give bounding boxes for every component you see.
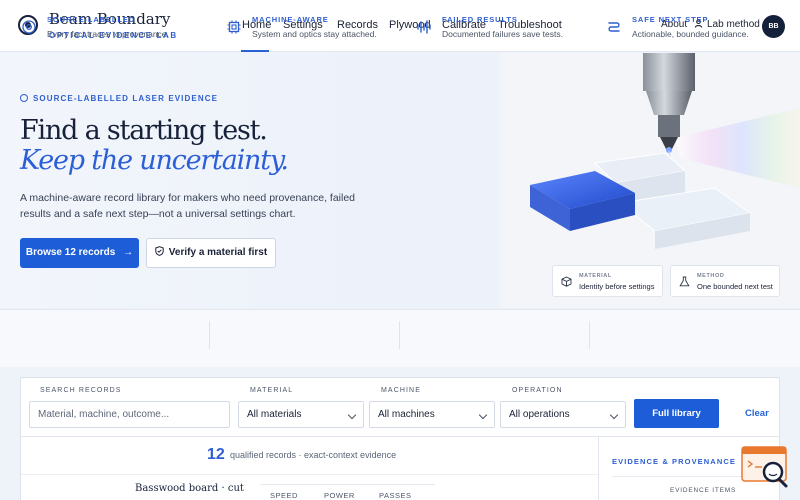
method-card: METHOD One bounded next test (670, 265, 780, 297)
target-icon (20, 94, 28, 102)
record-count-caption: qualified records · exact-context eviden… (230, 450, 397, 460)
record-search-panel (20, 377, 780, 500)
hero-headline-line2: Keep the uncertainty. (20, 145, 289, 176)
hero-eyebrow-text: SOURCE-LABELLED LASER EVIDENCE (33, 94, 219, 103)
features-strip (0, 309, 800, 367)
chevron-down-icon (347, 410, 357, 420)
column-header-power: POWER (324, 491, 355, 500)
operation-label: OPERATION (512, 387, 563, 394)
verify-material-button[interactable]: Verify a material first (146, 238, 276, 268)
shield-check-icon (155, 246, 164, 256)
feature-divider (399, 321, 400, 349)
feature-title: SOURCE-LABELLED (47, 15, 136, 24)
hero-eyebrow: SOURCE-LABELLED LASER EVIDENCE (20, 94, 218, 103)
feature-title: MACHINE-AWARE (252, 15, 329, 24)
arrow-right-icon: → (123, 247, 134, 258)
results-divider (21, 474, 598, 475)
machine-label: MACHINE (381, 387, 421, 394)
browse-records-button[interactable]: Browse 12 records → (20, 238, 139, 268)
feature-desc: Every fact traces to provenance. (47, 29, 169, 39)
material-label: MATERIAL (250, 387, 294, 394)
nav-active-indicator (241, 50, 269, 52)
target-icon (22, 20, 36, 34)
panel-divider (21, 436, 779, 437)
evidence-provenance-title: EVIDENCE & PROVENANCE (612, 457, 736, 466)
hero-lede: A machine-aware record library for maker… (20, 192, 356, 220)
feature-divider (589, 321, 590, 349)
chevron-down-icon (478, 410, 488, 420)
feature-desc: System and optics stay attached. (252, 29, 377, 39)
feature-title: FAILED RESULTS (442, 15, 518, 24)
machine-select-value: All machines (378, 409, 435, 420)
full-library-button[interactable]: Full library (634, 399, 719, 428)
material-select-value: All materials (247, 409, 302, 420)
signal-bars-icon (417, 20, 431, 34)
chevron-down-icon (609, 410, 619, 420)
column-header-passes: PASSES (379, 491, 412, 500)
operation-select[interactable]: All operations (500, 401, 626, 428)
hero-headline-line1: Find a starting test. (20, 115, 268, 146)
search-assistant-widget[interactable] (740, 446, 792, 490)
operation-select-value: All operations (509, 409, 570, 420)
method-card-kicker: METHOD (697, 273, 725, 279)
chip-icon (227, 20, 241, 34)
search-input[interactable] (38, 409, 218, 420)
machine-select[interactable]: All machines (369, 401, 495, 428)
clear-button[interactable]: Clear (745, 408, 769, 419)
panel-column-divider (598, 437, 599, 500)
feature-divider (209, 321, 210, 349)
feature-desc: Documented failures save tests. (442, 29, 563, 39)
evidence-items-label: EVIDENCE ITEMS (670, 487, 737, 494)
search-label: SEARCH RECORDS (40, 387, 122, 394)
material-select[interactable]: All materials (238, 401, 364, 428)
verify-material-label: Verify a material first (168, 247, 268, 258)
method-card-text: One bounded next test (697, 282, 773, 291)
site-header: Beam Boundary OPTICAL EVIDENCE LAB Home … (0, 0, 800, 52)
material-card-text: Identity before settings (579, 282, 655, 291)
cube-icon (561, 276, 572, 287)
record-title[interactable]: Basswood board · cut (135, 483, 244, 494)
magnifier-doc-icon (741, 446, 788, 488)
feature-title: SAFE NEXT STEP (632, 15, 709, 24)
record-header-rule (260, 484, 435, 485)
column-header-speed: SPEED (270, 491, 298, 500)
material-card-kicker: MATERIAL (579, 273, 612, 279)
flask-icon (679, 276, 690, 287)
route-icon (608, 22, 620, 32)
browse-records-label: Browse 12 records (25, 247, 116, 258)
material-card: MATERIAL Identity before settings (552, 265, 663, 297)
avatar[interactable]: BB (762, 15, 785, 38)
feature-desc: Actionable, bounded guidance. (632, 29, 749, 39)
record-count: 12 (207, 446, 225, 463)
search-field[interactable] (29, 401, 230, 428)
